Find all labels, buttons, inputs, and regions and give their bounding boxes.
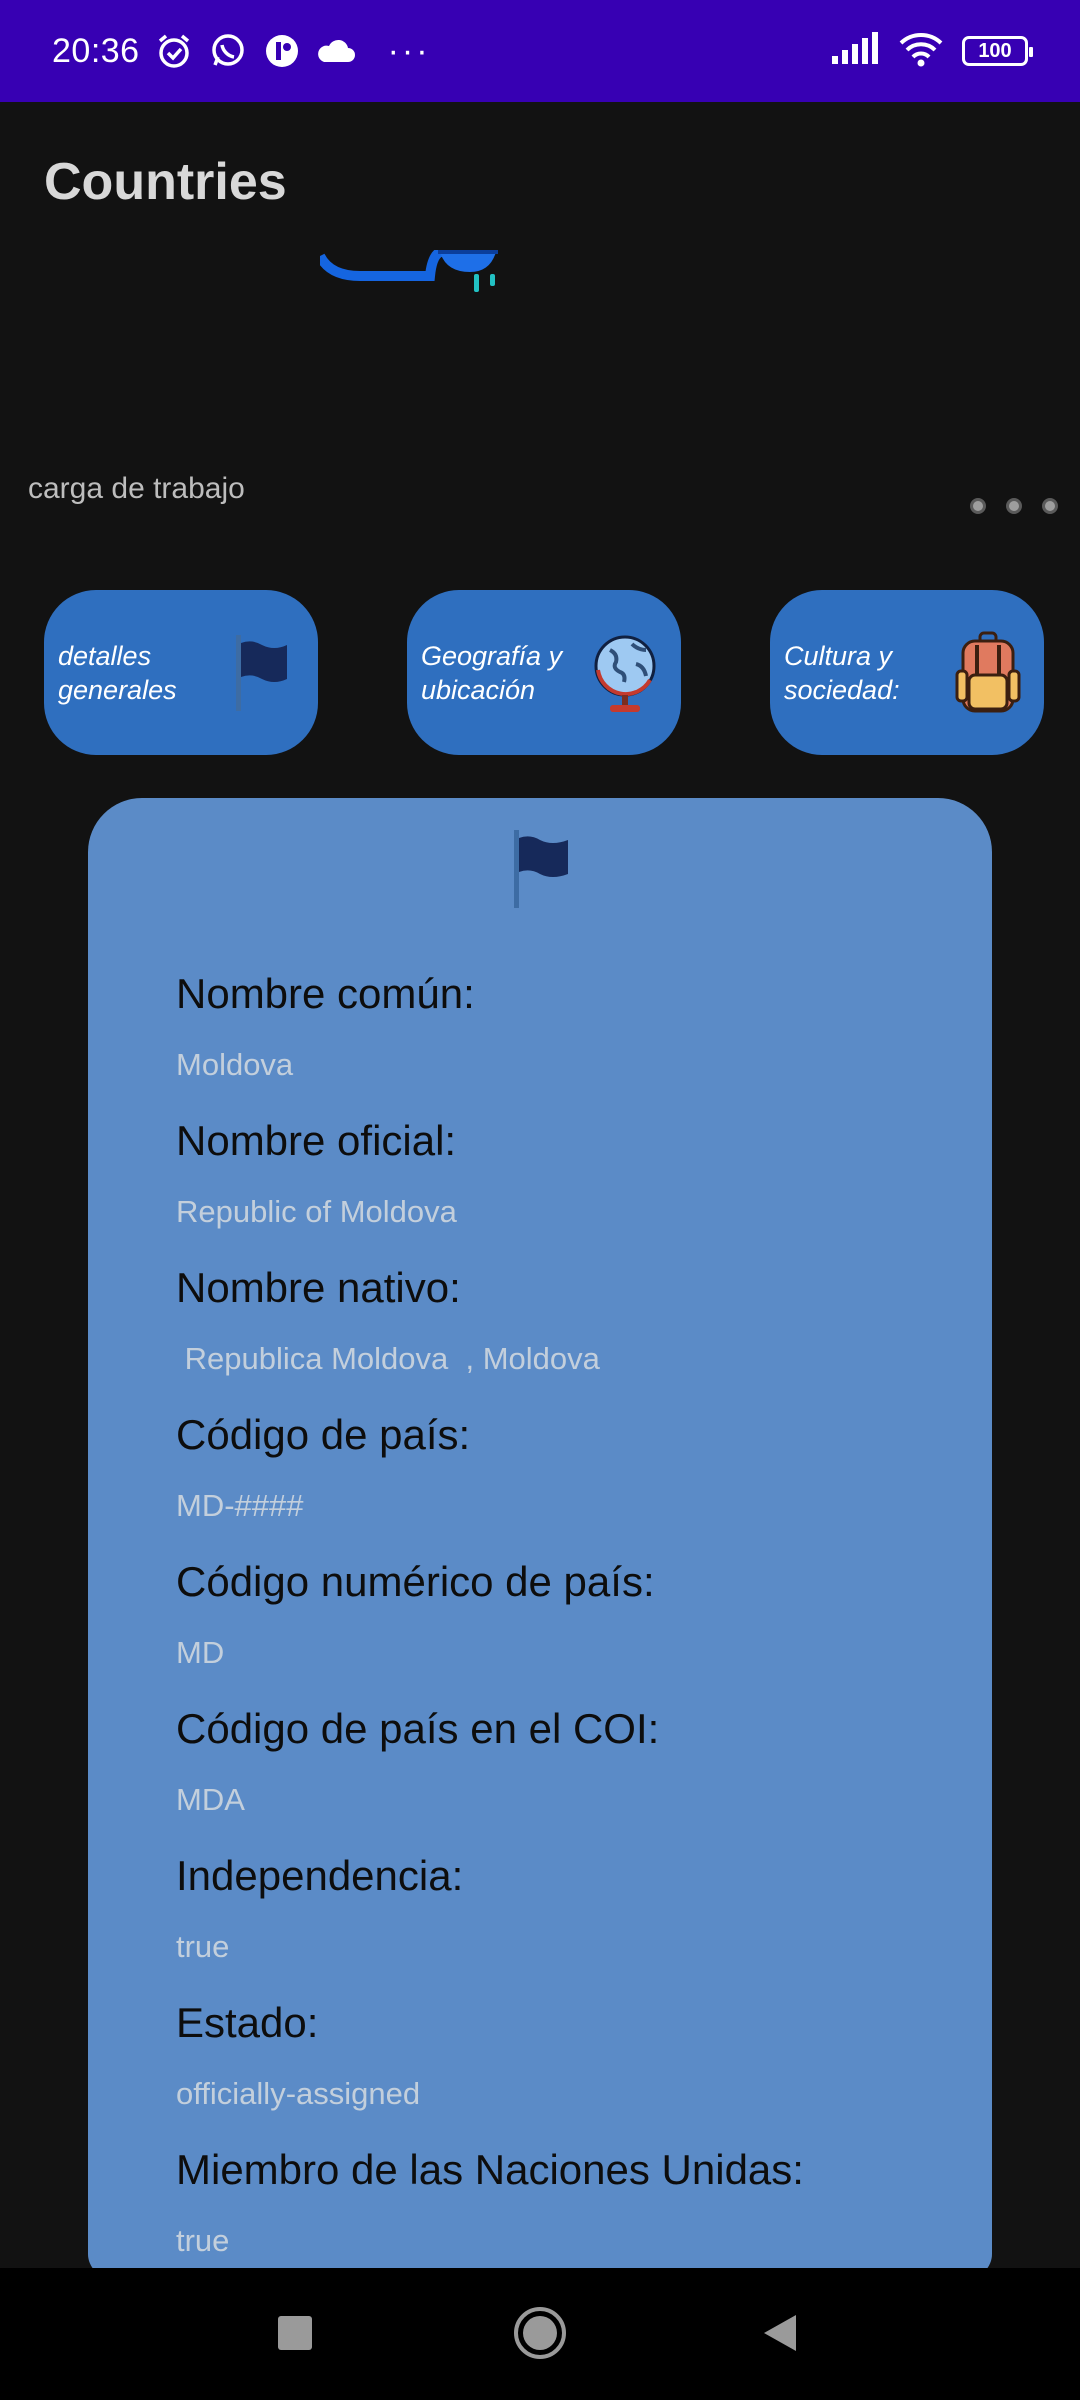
detail-value: Republica Moldova , Moldova (176, 1341, 600, 1376)
cloud-icon (316, 31, 356, 71)
category-label: Cultura y sociedad: (784, 640, 900, 705)
detail-value: MD (176, 1635, 225, 1670)
category-label: Geografía y ubicación (421, 640, 563, 705)
country-details-card[interactable]: Nombre común: Moldova Nombre oficial: Re… (88, 798, 992, 2278)
detail-value: Moldova (176, 1047, 294, 1082)
carousel-caption: carga de trabajo (28, 472, 245, 505)
back-triangle-icon[interactable] (745, 2298, 815, 2368)
detail-label: Código de país en el COI: (176, 1705, 660, 1752)
flag-icon (222, 633, 302, 713)
carousel-illustration (320, 250, 498, 292)
detail-common-name: Nombre común: Moldova (176, 968, 956, 1115)
carousel-page-indicator[interactable] (970, 498, 1058, 514)
detail-label: Independencia: (176, 1852, 464, 1899)
whatsapp-icon (208, 31, 248, 71)
detail-label: Nombre oficial: (176, 1117, 457, 1164)
detail-value: true (176, 1929, 230, 1964)
detail-status: Estado: officially-assigned (176, 1997, 956, 2144)
page-dot[interactable] (970, 498, 986, 514)
signal-icon (830, 31, 880, 71)
home-circle-icon[interactable] (505, 2298, 575, 2368)
detail-country-code: Código de país: MD-#### (176, 1409, 956, 1556)
battery-icon: 100 (962, 36, 1033, 66)
category-button-geography[interactable]: Geografía y ubicación (407, 590, 681, 755)
backpack-icon (948, 631, 1028, 713)
system-navigation-bar (0, 2268, 1080, 2400)
detail-label: Nombre nativo: (176, 1264, 461, 1311)
page-dot[interactable] (1006, 498, 1022, 514)
battery-level: 100 (978, 39, 1012, 62)
status-time: 20:36 (52, 31, 140, 70)
category-label: detalles generales (58, 640, 177, 705)
category-button-general[interactable]: detalles generales (44, 590, 318, 755)
detail-independence: Independencia: true (176, 1850, 956, 1997)
alarm-icon (154, 31, 194, 71)
page-dot[interactable] (1042, 498, 1058, 514)
detail-un-member: Miembro de las Naciones Unidas: true (176, 2144, 956, 2278)
detail-label: Estado: (176, 1999, 319, 2046)
status-bar: 20:36 ··· 100 (0, 0, 1080, 102)
category-buttons: detalles generales Geografía y ubicación… (0, 590, 1080, 755)
detail-value: Republic of Moldova (176, 1194, 457, 1229)
detail-value: officially-assigned (176, 2076, 421, 2111)
detail-ioc-code: Código de país en el COI: MDA (176, 1703, 956, 1850)
app-bar: Countries (0, 102, 1080, 262)
page-title: Countries (44, 153, 287, 211)
flag-icon (512, 828, 572, 915)
detail-official-name: Nombre oficial: Republic of Moldova (176, 1115, 956, 1262)
detail-value: MDA (176, 1782, 245, 1817)
detail-native-name: Nombre nativo: Republica Moldova , Moldo… (176, 1262, 956, 1409)
image-carousel[interactable]: carga de trabajo (0, 250, 1080, 540)
category-button-culture[interactable]: Cultura y sociedad: (770, 590, 1044, 755)
wifi-icon (898, 31, 944, 72)
detail-numeric-code: Código numérico de país: MD (176, 1556, 956, 1703)
details-list: Nombre común: Moldova Nombre oficial: Re… (176, 968, 956, 2278)
recents-square-icon[interactable] (260, 2298, 330, 2368)
detail-label: Código de país: (176, 1411, 471, 1458)
app-notification-icon (262, 31, 302, 71)
detail-value: MD-#### (176, 1488, 304, 1523)
detail-label: Nombre común: (176, 970, 475, 1017)
globe-icon (585, 633, 665, 713)
detail-label: Miembro de las Naciones Unidas: (176, 2146, 804, 2193)
detail-label: Código numérico de país: (176, 1558, 655, 1605)
more-notifications-icon: ··· (387, 31, 431, 70)
detail-value: true (176, 2223, 230, 2258)
